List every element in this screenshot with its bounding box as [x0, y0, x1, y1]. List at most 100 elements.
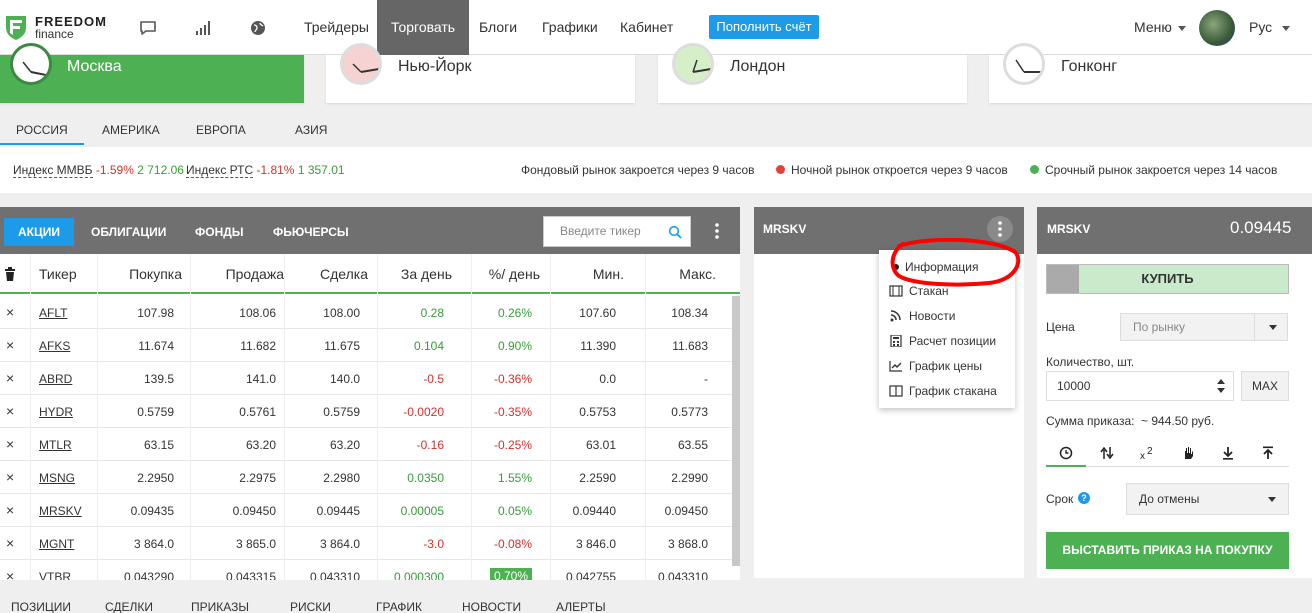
upload-icon[interactable] [1250, 446, 1286, 466]
tab-risks[interactable]: РИСКИ [290, 600, 331, 613]
menu-item-position-calc[interactable]: Расчет позиции [889, 334, 996, 348]
cell-ticker[interactable]: AFLT [39, 306, 67, 320]
table-row[interactable]: × MTLR 63.15 63.20 63.20 -0.16 -0.25% 63.01 63.5… [0, 428, 732, 461]
search-icon[interactable] [668, 225, 682, 239]
table-scrollbar[interactable] [732, 296, 740, 566]
tab-funds[interactable]: ФОНДЫ [181, 218, 258, 246]
cell-ticker[interactable]: AFKS [39, 339, 70, 353]
index-rts[interactable]: Индекс РТС -1.81% 1 357.01 [186, 163, 345, 178]
tab-positions[interactable]: ПОЗИЦИИ [11, 600, 71, 613]
price-type-select[interactable]: По рынку [1120, 313, 1288, 341]
table-row[interactable]: × HYDR 0.5759 0.5761 0.5759 -0.0020 -0.35% 0.57… [0, 395, 732, 428]
table-row[interactable]: × VTBR 0.043290 0.043315 0.043310 0.000300 0.7… [0, 560, 732, 580]
column-header-bid[interactable]: Покупка [129, 266, 182, 282]
submit-buy-order-button[interactable]: ВЫСТАВИТЬ ПРИКАЗ НА ПОКУПКУ [1046, 532, 1289, 569]
tab-orders[interactable]: ПРИКАЗЫ [191, 600, 249, 613]
user-avatar[interactable] [1199, 10, 1235, 46]
table-row[interactable]: × MSNG 2.2950 2.2975 2.2980 0.0350 1.55% 2.2590… [0, 461, 732, 494]
clock-card-hong-kong[interactable]: Гонконг [989, 43, 1312, 103]
toggle-knob[interactable] [1047, 265, 1079, 293]
chat-icon[interactable] [138, 18, 158, 38]
ticker-search-input[interactable]: Введите тикер [543, 216, 691, 247]
chevron-down-icon [1269, 325, 1277, 330]
remove-row-icon[interactable]: × [6, 568, 14, 580]
remove-row-icon[interactable]: × [6, 502, 14, 518]
remove-row-icon[interactable]: × [6, 337, 14, 353]
deposit-button[interactable]: Пополнить счёт [709, 15, 819, 39]
help-icon[interactable]: ? [1078, 492, 1090, 504]
freedom-finance-logo[interactable]: FREEDOM finance [5, 14, 107, 42]
download-icon[interactable] [1210, 446, 1246, 466]
remove-row-icon[interactable]: × [6, 403, 14, 419]
column-header-pct-change[interactable]: %/ день [489, 266, 540, 282]
remove-row-icon[interactable]: × [6, 535, 14, 551]
column-header-last[interactable]: Сделка [320, 266, 368, 282]
table-row[interactable]: × AFKS 11.674 11.682 11.675 0.104 0.90% 11.390 1… [0, 329, 732, 362]
hand-icon[interactable] [1170, 446, 1206, 466]
tab-trades[interactable]: СДЕЛКИ [105, 600, 153, 613]
region-tab-america[interactable]: АМЕРИКА [86, 115, 176, 145]
index-micex[interactable]: Индекс ММВБ -1.59% 2 712.06 [13, 163, 184, 178]
arrows-updown-icon[interactable] [1089, 446, 1125, 466]
cell-ticker[interactable]: HYDR [39, 405, 73, 419]
menu-item-price-chart[interactable]: График цены [889, 359, 982, 373]
tab-news[interactable]: НОВОСТИ [462, 600, 521, 613]
remove-row-icon[interactable]: × [6, 304, 14, 320]
region-tab-asia[interactable]: АЗИЯ [279, 115, 343, 145]
signal-bars-icon[interactable] [194, 18, 214, 38]
column-header-max[interactable]: Макс. [679, 266, 716, 282]
cell-ticker[interactable]: MTLR [39, 438, 72, 452]
tab-futures[interactable]: ФЬЮЧЕРСЫ [259, 218, 363, 246]
menu-item-news[interactable]: Новости [889, 309, 955, 323]
cell-ticker[interactable]: ABRD [39, 372, 72, 386]
region-tab-europe[interactable]: ЕВРОПА [180, 115, 262, 145]
cell-bid: 2.2950 [137, 471, 174, 485]
nav-blogs[interactable]: Блоги [465, 0, 531, 55]
remove-row-icon[interactable]: × [6, 469, 14, 485]
trash-icon[interactable] [4, 267, 16, 284]
menu-item-orderbook-chart[interactable]: График стакана [889, 384, 997, 398]
clock-card-new-york[interactable]: Нью-Йорк [326, 43, 635, 103]
cell-ask: 0.09450 [232, 504, 276, 518]
buy-sell-toggle[interactable]: КУПИТЬ [1046, 264, 1289, 294]
cell-min: 11.390 [580, 339, 616, 353]
quantity-input[interactable]: 10000 [1046, 371, 1234, 401]
superscript-icon[interactable]: x2 [1130, 446, 1166, 466]
clock-icon[interactable] [1048, 446, 1084, 466]
nav-charts[interactable]: Графики [528, 0, 612, 55]
cell-ticker[interactable]: MGNT [39, 537, 74, 551]
table-row[interactable]: × MRSKV 0.09435 0.09450 0.09445 0.00005 0.05% 0… [0, 494, 732, 527]
table-row[interactable]: × MGNT 3 864.0 3 865.0 3 864.0 -3.0 -0.08% 3 84… [0, 527, 732, 560]
table-row[interactable]: × AFLT 107.98 108.06 108.00 0.28 0.26% 107.60 10… [0, 296, 732, 329]
tab-bonds[interactable]: ОБЛИГАЦИИ [77, 218, 180, 246]
remove-row-icon[interactable]: × [6, 370, 14, 386]
tab-chart[interactable]: ГРАФИК [376, 600, 422, 613]
nav-cabinet[interactable]: Кабинет [606, 0, 687, 55]
column-header-change[interactable]: За день [401, 266, 452, 282]
cell-max: 2.2990 [671, 471, 708, 485]
clock-city: Нью-Йорк [398, 58, 472, 75]
table-row[interactable]: × ABRD 139.5 141.0 140.0 -0.5 -0.36% 0.0 - [0, 362, 732, 395]
clock-card-moscow[interactable]: Москва [0, 43, 304, 103]
tab-stocks[interactable]: АКЦИИ [4, 218, 75, 246]
region-tab-russia[interactable]: РОССИЯ [0, 115, 84, 145]
cell-ticker[interactable]: MSNG [39, 471, 75, 485]
menu-item-label: Расчет позиции [909, 334, 997, 348]
nav-trade[interactable]: Торговать [377, 0, 470, 55]
cell-ticker[interactable]: MRSKV [39, 504, 82, 518]
more-options-icon[interactable] [710, 221, 724, 241]
column-header-min[interactable]: Мин. [593, 266, 624, 282]
column-header-ask[interactable]: Продажа [226, 266, 284, 282]
clock-card-london[interactable]: Лондон [658, 43, 967, 103]
remove-row-icon[interactable]: × [6, 436, 14, 452]
cell-ticker[interactable]: VTBR [39, 570, 71, 580]
max-quantity-button[interactable]: MAX [1241, 371, 1289, 401]
menu-dropdown[interactable]: Меню [1134, 0, 1186, 55]
tab-alerts[interactable]: АЛЕРТЫ [556, 600, 606, 613]
term-select[interactable]: До отмены [1126, 483, 1289, 515]
language-dropdown[interactable]: Рус [1249, 0, 1291, 55]
column-header-ticker[interactable]: Тикер [39, 266, 77, 282]
quantity-label: Количество, шт. [1046, 355, 1135, 369]
stepper-icon[interactable] [1217, 378, 1225, 394]
globe-icon[interactable] [248, 18, 268, 38]
